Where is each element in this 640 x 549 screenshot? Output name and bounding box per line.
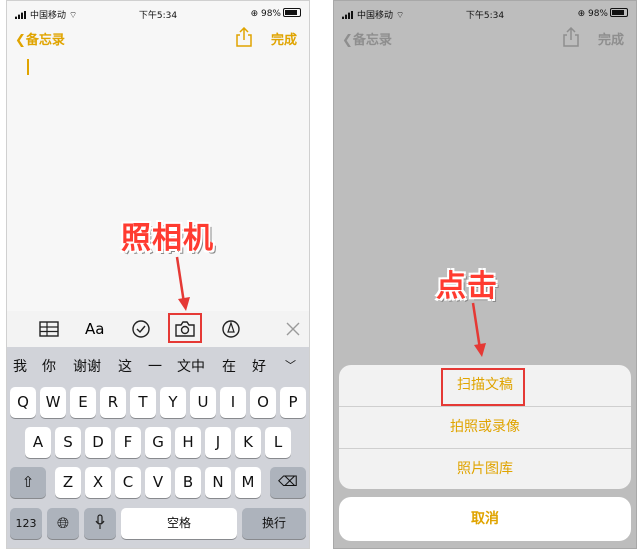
key-k[interactable]: K xyxy=(235,427,261,458)
key-l[interactable]: L xyxy=(265,427,291,458)
share-icon xyxy=(563,27,579,47)
key-j[interactable]: J xyxy=(205,427,231,458)
key-u[interactable]: U xyxy=(190,387,216,418)
annotation-label: 点击 xyxy=(436,269,498,304)
return-key[interactable]: 换行 xyxy=(242,508,306,539)
checklist-icon[interactable] xyxy=(130,319,152,339)
key-q[interactable]: Q xyxy=(10,387,36,418)
notes-screen-keyboard: 中国移动 ⌔ 下午5:34 ⊕ 98% ❮备忘录 完成 照相机 Aa 我 你 谢… xyxy=(6,0,310,549)
key-e[interactable]: E xyxy=(70,387,96,418)
candidate-item[interactable]: 在 xyxy=(222,356,236,376)
notes-screen-action-sheet: 中国移动 ⌔ 下午5:34 ⊕ 98% ❮备忘录 完成 点击 扫描文稿 拍照或录… xyxy=(333,0,637,549)
status-bar: 中国移动 ⌔ 下午5:34 ⊕ 98% xyxy=(334,1,636,25)
key-g[interactable]: G xyxy=(145,427,171,458)
candidate-item[interactable]: 这 xyxy=(118,356,132,376)
globe-icon[interactable]: 🌐︎ xyxy=(47,508,79,539)
candidate-bar: 我 你 谢谢 这 一 文中 在 好 ﹀ xyxy=(7,347,309,381)
nav-bar: ❮备忘录 完成 xyxy=(334,27,636,49)
key-s[interactable]: S xyxy=(55,427,81,458)
battery-icon xyxy=(610,8,628,17)
candidate-item[interactable]: 我 xyxy=(13,356,27,376)
back-button: ❮备忘录 xyxy=(342,33,392,48)
chevron-down-icon[interactable]: ﹀ xyxy=(285,357,296,373)
candidate-item[interactable]: 一 xyxy=(148,356,162,376)
key-t[interactable]: T xyxy=(130,387,156,418)
key-r[interactable]: R xyxy=(100,387,126,418)
share-icon[interactable] xyxy=(235,27,253,47)
keyboard: 我 你 谢谢 这 一 文中 在 好 ﹀ Q W E R T Y U I O P … xyxy=(7,347,309,548)
key-a[interactable]: A xyxy=(25,427,51,458)
candidate-item[interactable]: 谢谢 xyxy=(73,356,101,376)
status-bar: 中国移动 ⌔ 下午5:34 ⊕ 98% xyxy=(7,1,309,25)
nav-bar: ❮备忘录 完成 xyxy=(7,27,309,49)
table-icon[interactable] xyxy=(38,319,60,339)
chevron-left-icon: ❮ xyxy=(342,33,353,48)
candidate-item[interactable]: 文中 xyxy=(177,356,205,376)
key-m[interactable]: M xyxy=(235,467,261,498)
notes-toolbar: Aa xyxy=(7,311,309,347)
key-v[interactable]: V xyxy=(145,467,171,498)
cancel-button[interactable]: 取消 xyxy=(339,497,631,541)
microphone-icon[interactable] xyxy=(84,508,116,539)
key-c[interactable]: C xyxy=(115,467,141,498)
key-i[interactable]: I xyxy=(220,387,246,418)
key-x[interactable]: X xyxy=(85,467,111,498)
done-button[interactable]: 完成 xyxy=(271,29,297,48)
candidate-item[interactable]: 好 xyxy=(252,356,266,376)
chevron-left-icon: ❮ xyxy=(15,33,26,48)
format-button[interactable]: Aa xyxy=(85,319,107,339)
space-key[interactable]: 空格 xyxy=(121,508,237,539)
battery-status: ⊕ 98% xyxy=(578,8,628,19)
markup-pen-icon[interactable] xyxy=(220,319,242,339)
key-y[interactable]: Y xyxy=(160,387,186,418)
key-w[interactable]: W xyxy=(40,387,66,418)
key-o[interactable]: O xyxy=(250,387,276,418)
annotation-arrow xyxy=(471,302,486,357)
camera-highlight-box xyxy=(168,313,202,343)
delete-icon[interactable]: ⌫ xyxy=(270,467,306,498)
take-photo-video-button[interactable]: 拍照或录像 xyxy=(339,407,631,448)
annotation-arrow xyxy=(175,256,190,311)
key-b[interactable]: B xyxy=(175,467,201,498)
done-button: 完成 xyxy=(597,33,624,48)
close-icon[interactable] xyxy=(282,319,304,339)
text-cursor xyxy=(27,59,29,75)
key-z[interactable]: Z xyxy=(55,467,81,498)
key-h[interactable]: H xyxy=(175,427,201,458)
back-button[interactable]: ❮备忘录 xyxy=(15,29,65,48)
scan-highlight-box xyxy=(441,368,525,406)
candidate-item[interactable]: 你 xyxy=(42,356,56,376)
photo-library-button[interactable]: 照片图库 xyxy=(339,449,631,489)
numbers-key[interactable]: 123 xyxy=(10,508,42,539)
key-n[interactable]: N xyxy=(205,467,231,498)
battery-status: ⊕ 98% xyxy=(251,8,301,19)
key-d[interactable]: D xyxy=(85,427,111,458)
key-p[interactable]: P xyxy=(280,387,306,418)
key-f[interactable]: F xyxy=(115,427,141,458)
shift-icon[interactable]: ⇧ xyxy=(10,467,46,498)
annotation-label: 照相机 xyxy=(121,221,214,256)
battery-icon xyxy=(283,8,301,17)
